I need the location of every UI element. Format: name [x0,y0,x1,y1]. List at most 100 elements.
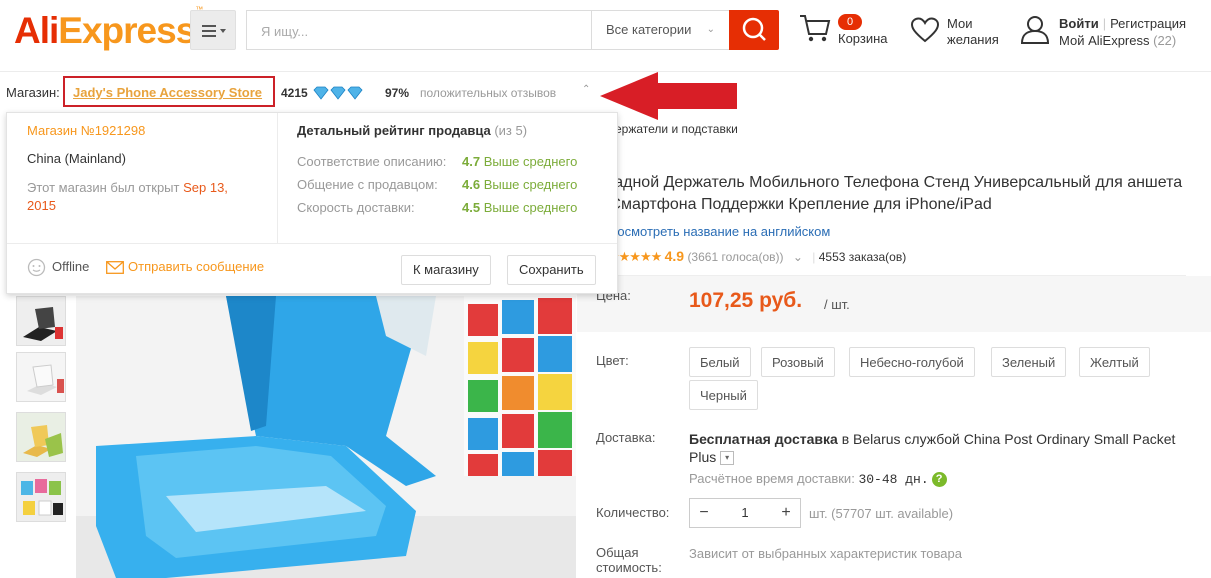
shipping-dropdown-icon[interactable]: ▾ [720,451,735,466]
store-label: Магазин: [6,85,60,100]
price-value: 107,25 руб. [689,289,803,312]
rating-score-value: 4.5 [462,200,481,215]
color-option-green[interactable]: Зеленый [991,347,1067,377]
send-message-link[interactable]: Отправить сообщение [128,259,264,274]
shipping-label: Доставка: [596,430,656,445]
my-aliexpress-link[interactable]: Мой AliExpress [1059,33,1150,48]
account-block: Войти | Регистрация Мой AliExpress (22) [1059,15,1186,49]
user-icon [1020,16,1050,44]
store-opened-date: Этот магазин был открыт Sep 13, 2015 [27,179,257,215]
register-link[interactable]: Регистрация [1110,16,1186,31]
logo-ali: Ali [14,10,59,51]
rating-score-note: Выше среднего [483,200,578,215]
eta-label: Расчётное время доставки: [689,471,855,486]
price-unit: / шт. [824,297,850,312]
rating-label: Общение с продавцом: [297,177,438,192]
rating-label: Соответствие описанию: [297,154,447,169]
account-separator: | [1102,16,1107,31]
rating-label: Скорость доставки: [297,200,415,215]
cart-icon [800,15,831,42]
popup-divider-horizontal [7,243,617,244]
rating-row-shipping-speed: Скорость доставки: 4.5 Выше среднего [297,200,577,215]
login-link[interactable]: Войти [1059,16,1099,31]
cart-label[interactable]: Корзина [838,31,888,46]
envelope-icon[interactable] [106,261,124,274]
shipping-info: Бесплатная доставка в Belarus службой Ch… [689,430,1199,466]
product-rating-row: ★★★★★ 4.9 (3661 голоса(ов)) ⌄ | 4553 зак… [608,248,906,265]
store-online-status: Offline [52,259,90,274]
store-number: Магазин №1921298 [27,123,146,138]
search-input[interactable] [247,11,603,51]
store-name-link[interactable]: Jady's Phone Accessory Store [73,85,262,100]
thumbnail-image [17,413,65,461]
total-label-line1: Общая [596,545,639,560]
aliexpress-logo[interactable]: AliExpress™ [14,5,203,52]
my-aliexpress-count: (22) [1153,33,1177,48]
diamond-icon [313,86,363,100]
category-select-label: Все категории [606,22,692,37]
chevron-down-icon: ⌄ [706,24,715,35]
rating-row-description: Соответствие описанию: 4.7 Выше среднего [297,154,577,169]
quantity-label: Количество: [596,505,670,520]
shipping-free: Бесплатная доставка [689,431,838,447]
seller-rating-title-text: Детальный рейтинг продавца [297,123,491,138]
thumbnail-image [17,353,65,401]
cart-count-badge: 0 [838,14,862,30]
quantity-available: шт. (57707 шт. available) [809,506,954,521]
thumbnail-2[interactable] [16,352,66,402]
search-bar: Все категории ⌄ [246,10,730,51]
breadcrumb[interactable]: держатели и подставки [608,122,738,136]
rating-separator: | [812,250,816,264]
translate-title-link[interactable]: Посмотреть название на английском [608,224,830,239]
rating-score-note: Выше среднего [483,177,578,192]
arrow-annotation [600,72,737,120]
store-opened-label: Этот магазин был открыт [27,180,180,195]
quantity-increase-button[interactable]: + [772,499,800,527]
thumbnail-4[interactable] [16,472,66,522]
chevron-down-icon[interactable]: ⌄ [793,250,803,264]
orders-count: 4553 заказа(ов) [818,250,907,264]
price-panel [577,276,1211,332]
color-option-white[interactable]: Белый [689,347,751,377]
logo-express: Express [58,10,196,51]
main-product-image[interactable] [76,296,576,578]
search-button[interactable] [729,10,779,50]
help-icon[interactable]: ? [931,472,947,488]
category-menu-button[interactable] [190,10,236,50]
rating-score-value: 4.7 [462,154,481,169]
store-info-popup: Магазин №1921298 China (Mainland) Этот м… [6,112,618,294]
save-store-button[interactable]: Сохранить [507,255,596,285]
smiley-icon [27,258,46,277]
menu-icon [202,25,226,37]
positive-feedback-label[interactable]: положительных отзывов [420,86,556,100]
color-option-sky-blue[interactable]: Небесно-голубой [849,347,975,377]
eta-value: 30-48 дн. [858,472,929,487]
store-country: China (Mainland) [27,151,126,166]
chevron-up-icon[interactable]: ⌃ [582,84,590,95]
thumbnail-1[interactable] [16,296,66,346]
popup-divider-vertical [277,113,278,243]
store-feedback-score: 4215 [281,86,308,100]
go-to-store-button[interactable]: К магазину [401,255,491,285]
quantity-input[interactable]: 1 [718,499,772,527]
color-option-pink[interactable]: Розовый [761,347,835,377]
search-icon [742,17,766,41]
color-option-yellow[interactable]: Желтый [1079,347,1150,377]
rating-value: 4.9 [664,248,685,264]
total-label-line2: стоимость: [596,560,662,575]
thumbnail-3[interactable] [16,412,66,462]
color-option-black[interactable]: Черный [689,380,758,410]
quantity-decrease-button[interactable]: − [690,499,718,527]
quantity-stepper: − 1 + [689,498,801,528]
total-label: Общая стоимость: [596,545,662,575]
heart-icon[interactable] [910,16,940,44]
product-title: аладной Держатель Мобильного Телефона Ст… [596,174,1183,213]
seller-rating-title: Детальный рейтинг продавца (из 5) [297,123,527,138]
product-photo [76,296,576,578]
rating-score: 4.6 Выше среднего [462,177,577,192]
total-value: Зависит от выбранных характеристик товар… [689,546,962,561]
wishlist-link[interactable]: Мои желания [947,16,999,48]
rating-votes[interactable]: (3661 голоса(ов)) [687,250,783,264]
wishlist-line1: Мои [947,16,973,31]
category-select[interactable]: Все категории ⌄ [591,11,729,49]
